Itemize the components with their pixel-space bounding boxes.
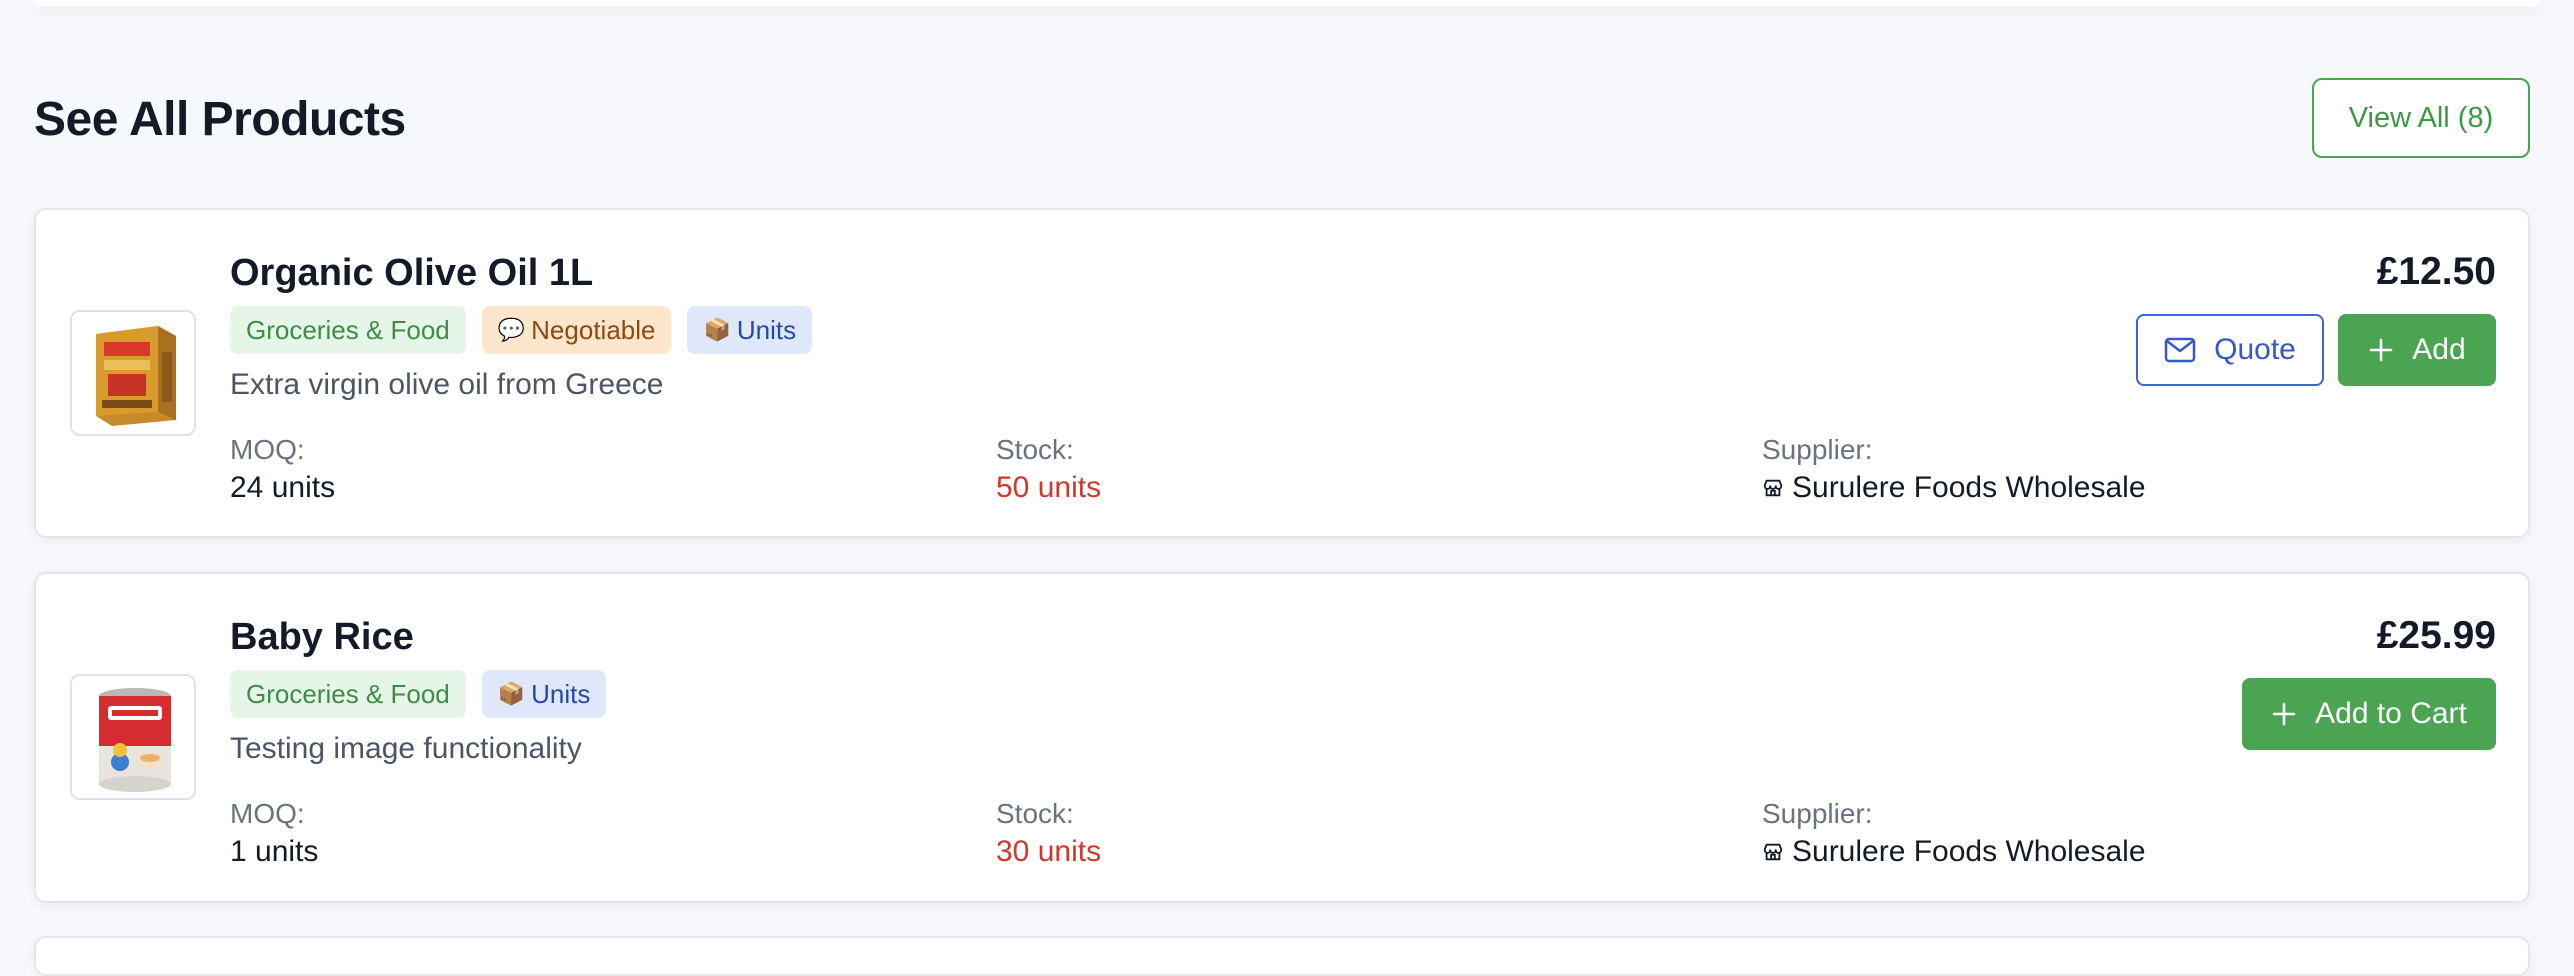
quote-button-label: Quote	[2214, 333, 2296, 366]
quote-button[interactable]: Quote	[2136, 314, 2324, 386]
product-tags: Groceries & Food 📦 Units	[230, 670, 607, 718]
units-tag: 📦 Units	[687, 306, 813, 354]
stock-label: Stock:	[996, 434, 1074, 465]
supplier-info: Supplier: Surulere Foods Wholesale	[1762, 796, 2146, 872]
previous-section-card	[34, 0, 2540, 6]
stock-value: 50 units	[996, 471, 1102, 504]
supplier-info: Supplier: Surulere Foods Wholesale	[1762, 432, 2146, 508]
moq-value: 1 units	[230, 835, 319, 868]
product-name[interactable]: Organic Olive Oil 1L	[230, 252, 593, 295]
product-card: Organic Olive Oil 1L Groceries & Food 💬 …	[34, 208, 2530, 538]
speech-bubble-icon: 💬	[497, 317, 526, 342]
stock-value: 30 units	[996, 835, 1102, 868]
plus-icon	[2369, 338, 2393, 362]
moq-label: MOQ:	[230, 798, 305, 829]
negotiable-tag-label: Negotiable	[531, 315, 656, 345]
add-to-cart-button[interactable]: Add to Cart	[2242, 678, 2496, 750]
category-tag: Groceries & Food	[230, 670, 466, 718]
section-header: See All Products View All (8)	[34, 78, 2530, 162]
product-card	[34, 936, 2530, 976]
negotiable-tag: 💬 Negotiable	[481, 306, 672, 354]
stock-info: Stock: 30 units	[996, 796, 1101, 872]
add-to-cart-button-label: Add to Cart	[2315, 697, 2467, 730]
moq-info: MOQ: 1 units	[230, 796, 318, 872]
moq-info: MOQ: 24 units	[230, 432, 335, 508]
supplier-row: Surulere Foods Wholesale	[1762, 832, 2146, 872]
moq-value: 24 units	[230, 471, 336, 504]
product-price: £12.50	[2376, 250, 2496, 293]
moq-label: MOQ:	[230, 434, 305, 465]
product-description: Testing image functionality	[230, 732, 582, 765]
product-name[interactable]: Baby Rice	[230, 616, 414, 659]
plus-icon	[2272, 702, 2296, 726]
category-tag: Groceries & Food	[230, 306, 466, 354]
mail-icon	[2164, 337, 2196, 363]
section-title: See All Products	[34, 93, 406, 146]
stock-label: Stock:	[996, 798, 1074, 829]
stock-info: Stock: 50 units	[996, 432, 1101, 508]
product-image[interactable]	[70, 674, 196, 800]
product-price: £25.99	[2376, 614, 2496, 657]
units-tag-label: Units	[531, 679, 591, 709]
view-all-button[interactable]: View All (8)	[2312, 78, 2530, 158]
units-tag-label: Units	[736, 315, 797, 345]
store-icon	[1763, 843, 1783, 861]
category-tag-label: Groceries & Food	[246, 315, 450, 345]
product-image[interactable]	[70, 310, 196, 436]
add-button[interactable]: Add	[2338, 314, 2496, 386]
product-description: Extra virgin olive oil from Greece	[230, 368, 664, 401]
supplier-label: Supplier:	[1762, 434, 1873, 465]
store-icon	[1763, 479, 1783, 497]
supplier-label: Supplier:	[1762, 798, 1873, 829]
product-tags: Groceries & Food 💬 Negotiable 📦 Units	[230, 306, 813, 354]
category-tag-label: Groceries & Food	[246, 679, 450, 709]
supplier-name[interactable]: Surulere Foods Wholesale	[1792, 468, 2146, 508]
olive-oil-box-image	[72, 312, 194, 434]
supplier-row: Surulere Foods Wholesale	[1762, 468, 2146, 508]
units-tag: 📦 Units	[481, 670, 607, 718]
package-icon: 📦	[497, 681, 526, 706]
package-icon: 📦	[703, 317, 731, 342]
add-button-label: Add	[2412, 333, 2466, 366]
product-card: Baby Rice Groceries & Food 📦 Units Testi…	[34, 572, 2530, 903]
baby-rice-tin-image	[72, 676, 194, 798]
supplier-name[interactable]: Surulere Foods Wholesale	[1792, 832, 2146, 872]
